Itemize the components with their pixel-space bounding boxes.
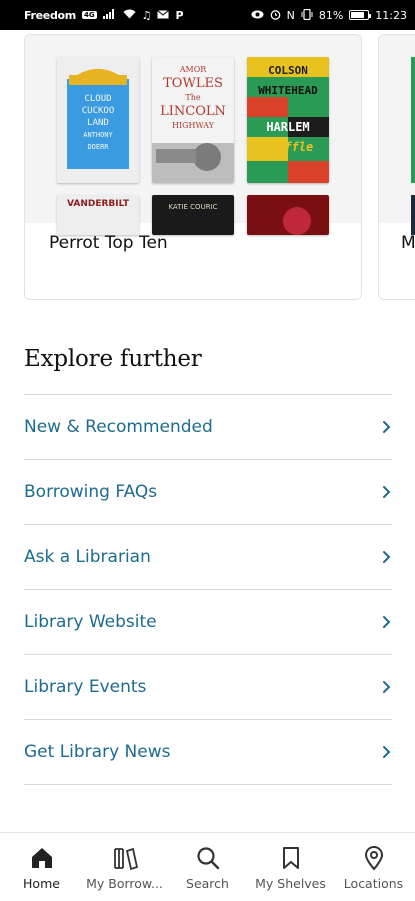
wifi-icon: [123, 9, 136, 21]
card-title: Perrot Top Ten: [49, 233, 168, 253]
music-icon: ♫: [141, 8, 152, 22]
cover-text: CUCKOO: [81, 106, 115, 116]
cover-text: Shuffle: [262, 140, 314, 154]
cover-text: AMOR: [179, 65, 207, 74]
nav-label: Locations: [343, 876, 404, 891]
link-get-library-news[interactable]: Get Library News: [24, 719, 392, 785]
books-icon: [113, 847, 138, 871]
nav-search[interactable]: Search: [166, 833, 249, 901]
cover-text: CLOUD: [84, 94, 112, 104]
nav-label: Home: [23, 876, 60, 891]
cover-text: HARLEM: [266, 120, 310, 134]
nav-my-shelves[interactable]: My Shelves: [249, 833, 332, 901]
cover-text: COLSON: [268, 64, 308, 77]
carrier-name: Freedom: [24, 8, 76, 22]
cover-text: The: [185, 93, 201, 102]
book-cover-4: VANDERBILT: [57, 195, 139, 235]
cover-text: WHITEHEAD: [258, 84, 318, 97]
bookmark-icon: [282, 847, 299, 869]
chevron-right-icon: [383, 551, 391, 563]
vibrate-icon: [301, 8, 313, 22]
book-cover-5: KATIE COURIC: [152, 195, 234, 235]
list-card-next[interactable]: M: [378, 34, 415, 300]
cover-text: ANTHONY: [83, 131, 113, 139]
book-cover-6: [247, 195, 329, 235]
link-label: Library Website: [24, 612, 157, 632]
link-ask-a-librarian[interactable]: Ask a Librarian: [24, 524, 392, 589]
lincoln-highway-cover: AMOR TOWLES The LINCOLN HIGHWAY: [152, 57, 234, 183]
nav-label: My Borrow...: [86, 876, 163, 891]
cover-text: DOERR: [87, 143, 109, 151]
link-new-recommended[interactable]: New & Recommended: [24, 394, 392, 459]
nav-my-borrowing[interactable]: My Borrow...: [83, 833, 166, 901]
mail-icon: [157, 9, 170, 21]
eye-icon: [251, 10, 264, 21]
signal-icon: [102, 9, 117, 21]
nav-label: My Shelves: [255, 876, 326, 891]
card-title: M: [401, 233, 415, 253]
battery-icon: [349, 10, 372, 20]
cover-text: VANDERBILT: [67, 199, 129, 209]
cover-text: LINCOLN: [160, 104, 226, 119]
cover-text: HIGHWAY: [171, 121, 215, 130]
link-library-events[interactable]: Library Events: [24, 654, 392, 719]
nfc-icon: N: [286, 8, 295, 22]
list-carousel[interactable]: CLOUD CUCKOO LAND ANTHONY DOERR AMOR TOW…: [0, 30, 415, 310]
nav-locations[interactable]: Locations: [332, 833, 415, 901]
chevron-right-icon: [383, 486, 391, 498]
location-pin-icon: [364, 846, 383, 871]
alarm-icon: [270, 9, 281, 22]
search-icon: [196, 847, 219, 870]
battery-percent: 81%: [318, 8, 344, 22]
link-library-website[interactable]: Library Website: [24, 589, 392, 654]
link-label: New & Recommended: [24, 417, 213, 437]
link-label: Borrowing FAQs: [24, 482, 158, 502]
p-icon: P: [175, 8, 184, 22]
chevron-right-icon: [383, 746, 391, 758]
nav-label: Search: [186, 876, 229, 891]
nav-home[interactable]: Home: [0, 833, 83, 901]
harlem-shuffle-cover: COLSON WHITEHEAD HARLEM Shuffle: [247, 57, 329, 183]
cover-text: TOWLES: [163, 76, 223, 91]
link-label: Get Library News: [24, 742, 171, 762]
clock: 11:23: [375, 8, 407, 22]
cover-text: LAND: [87, 118, 109, 128]
list-card-perrot-top-ten[interactable]: CLOUD CUCKOO LAND ANTHONY DOERR AMOR TOW…: [24, 34, 362, 300]
section-title-explore: Explore further: [24, 346, 202, 372]
link-label: Ask a Librarian: [24, 547, 151, 567]
chevron-right-icon: [383, 421, 391, 433]
cover-text: KATIE COURIC: [168, 203, 218, 211]
link-borrowing-faqs[interactable]: Borrowing FAQs: [24, 459, 392, 524]
card-cover-collage: CLOUD CUCKOO LAND ANTHONY DOERR AMOR TOW…: [25, 35, 361, 235]
chevron-right-icon: [383, 681, 391, 693]
status-bar: Freedom 4G ♫ P N 81% 11:23: [0, 0, 415, 30]
cloud-cuckoo-land-cover: CLOUD CUCKOO LAND ANTHONY DOERR: [57, 57, 139, 183]
home-icon: [31, 848, 52, 868]
network-badge: 4G: [81, 11, 97, 19]
explore-links: New & Recommended Borrowing FAQs Ask a L…: [24, 394, 392, 785]
chevron-right-icon: [383, 616, 391, 628]
link-label: Library Events: [24, 677, 147, 697]
card-cover-collage: [379, 35, 415, 235]
bottom-nav: Home My Borrow... Search My Shelves Loca…: [0, 832, 415, 901]
